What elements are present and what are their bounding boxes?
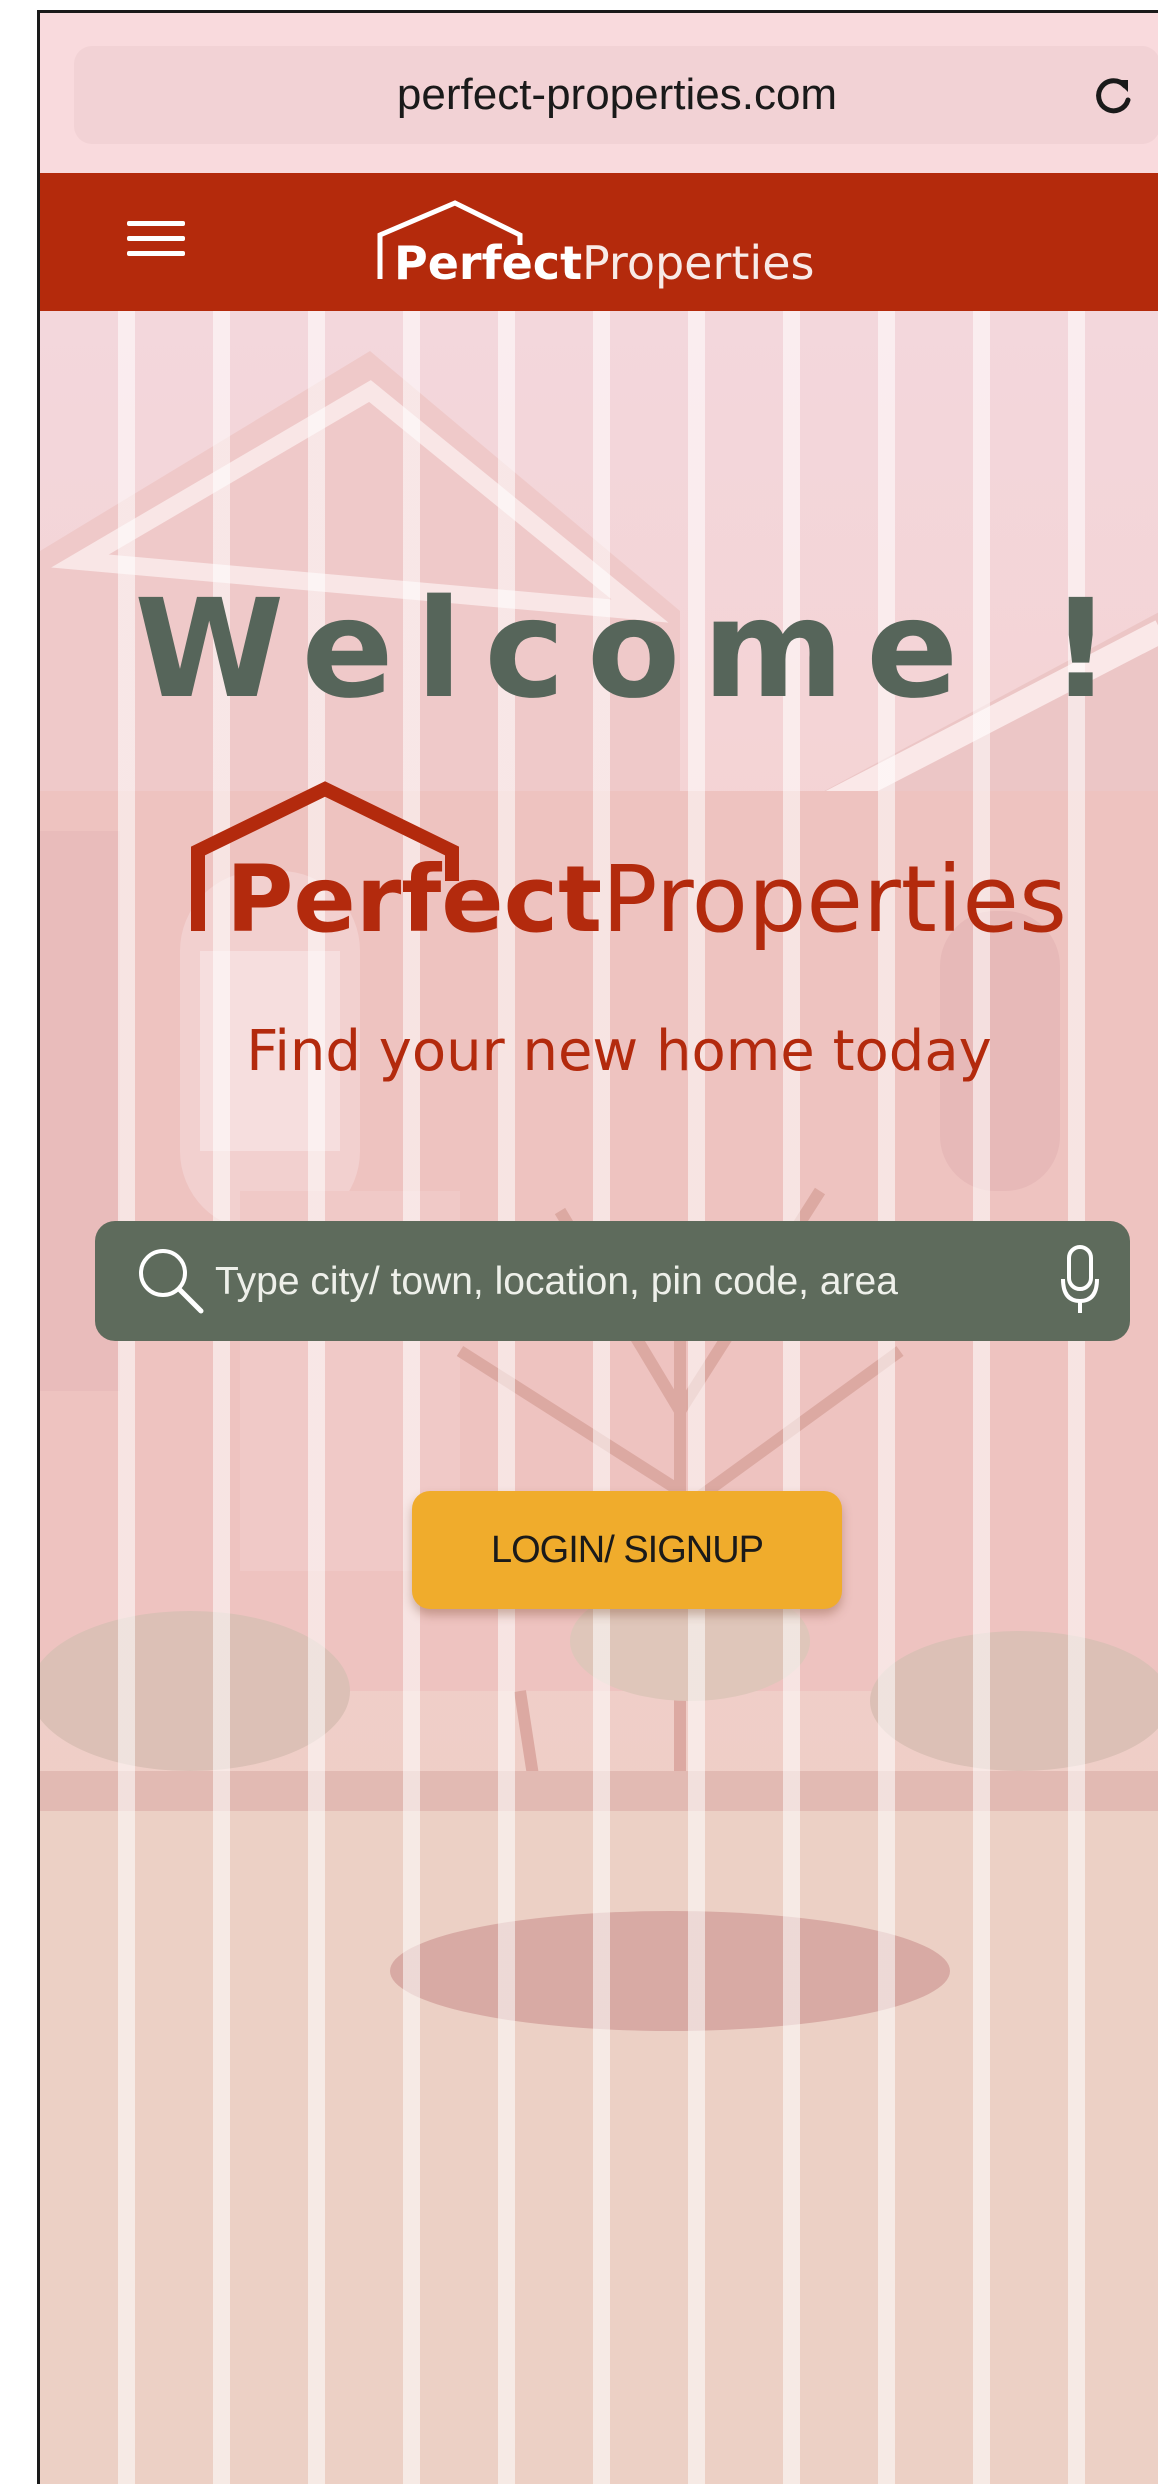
- tagline: Find your new home today: [246, 1019, 992, 1084]
- header-logo[interactable]: Perfect Properties: [370, 195, 850, 295]
- hero-logo: Perfect Properties: [191, 781, 1067, 953]
- search-input[interactable]: [213, 1249, 997, 1315]
- hero-logo-bold: Perfect: [226, 846, 602, 953]
- hamburger-menu-icon[interactable]: [127, 217, 185, 261]
- microphone-icon[interactable]: [1060, 1245, 1100, 1317]
- address-bar[interactable]: perfect-properties.com: [74, 46, 1158, 144]
- welcome-heading: Welcome !: [134, 571, 1134, 729]
- search-icon[interactable]: [133, 1243, 207, 1317]
- browser-chrome: perfect-properties.com: [40, 13, 1158, 173]
- hero-logo-light: Properties: [602, 846, 1067, 953]
- url-text[interactable]: perfect-properties.com: [74, 46, 1158, 144]
- app-header: Perfect Properties: [40, 173, 1158, 311]
- login-signup-button[interactable]: LOGIN/ SIGNUP: [412, 1491, 842, 1609]
- reload-icon[interactable]: [1090, 72, 1136, 118]
- hero-section: Welcome ! Perfect Properties Find your n…: [40, 311, 1158, 2484]
- header-logo-bold: Perfect: [394, 236, 582, 290]
- search-bar[interactable]: [95, 1221, 1130, 1341]
- phone-screen: perfect-properties.com Perfect Propertie…: [37, 10, 1158, 2484]
- header-logo-light: Properties: [582, 236, 814, 290]
